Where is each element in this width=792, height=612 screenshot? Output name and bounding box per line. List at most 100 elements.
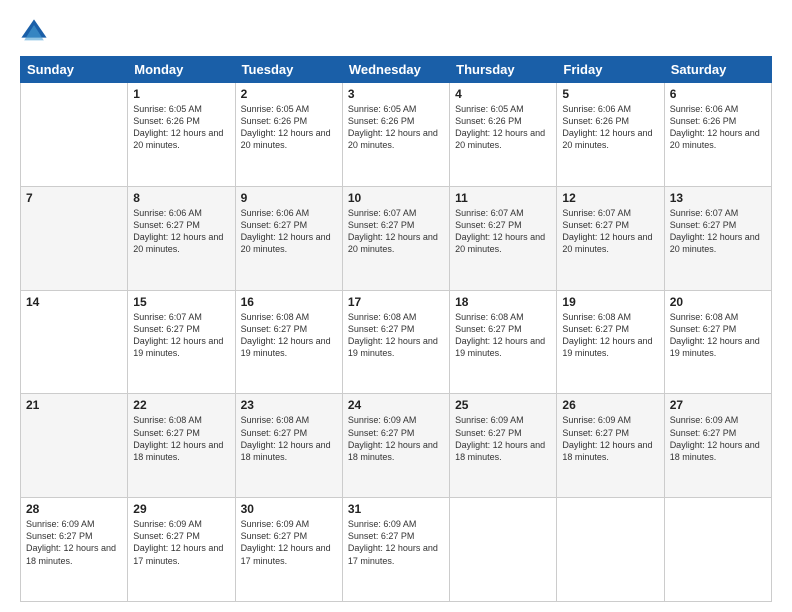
day-number: 14 bbox=[26, 295, 122, 309]
day-info: Sunrise: 6:09 AMSunset: 6:27 PMDaylight:… bbox=[348, 518, 444, 567]
day-number: 23 bbox=[241, 398, 337, 412]
day-info: Sunrise: 6:08 AMSunset: 6:27 PMDaylight:… bbox=[670, 311, 766, 360]
day-number: 20 bbox=[670, 295, 766, 309]
day-number: 7 bbox=[26, 191, 122, 205]
calendar-cell: 3Sunrise: 6:05 AMSunset: 6:26 PMDaylight… bbox=[342, 83, 449, 187]
calendar-week-1: 1 Sunrise: 6:05 AMSunset: 6:26 PMDaylight… bbox=[21, 83, 772, 187]
calendar-cell: 6 Sunrise: 6:06 AMSunset: 6:26 PMDaylight… bbox=[664, 83, 771, 187]
calendar-cell: 27Sunrise: 6:09 AMSunset: 6:27 PMDayligh… bbox=[664, 394, 771, 498]
day-number: 18 bbox=[455, 295, 551, 309]
day-number: 17 bbox=[348, 295, 444, 309]
calendar-cell: 25 Sunrise: 6:09 AMSunset: 6:27 PMDayligh… bbox=[450, 394, 557, 498]
logo bbox=[20, 18, 52, 46]
day-number: 5 bbox=[562, 87, 658, 101]
calendar-cell: 11 Sunrise: 6:07 AMSunset: 6:27 PMDayligh… bbox=[450, 186, 557, 290]
calendar-cell: 16Sunrise: 6:08 AMSunset: 6:27 PMDayligh… bbox=[235, 290, 342, 394]
day-info: Sunrise: 6:09 AMSunset: 6:27 PMDaylight:… bbox=[670, 414, 766, 463]
calendar-week-3: 14 15 Sunrise: 6:07 AMSunset: 6:27 PMDayli… bbox=[21, 290, 772, 394]
calendar-cell: 8 Sunrise: 6:06 AMSunset: 6:27 PMDaylight… bbox=[128, 186, 235, 290]
day-number: 1 bbox=[133, 87, 229, 101]
calendar-cell bbox=[664, 498, 771, 602]
day-number: 25 bbox=[455, 398, 551, 412]
day-number: 21 bbox=[26, 398, 122, 412]
day-info: Sunrise: 6:07 AMSunset: 6:27 PMDaylight:… bbox=[348, 207, 444, 256]
day-number: 29 bbox=[133, 502, 229, 516]
calendar-cell: 10 Sunrise: 6:07 AMSunset: 6:27 PMDayligh… bbox=[342, 186, 449, 290]
calendar-cell: 12 Sunrise: 6:07 AMSunset: 6:27 PMDayligh… bbox=[557, 186, 664, 290]
day-number: 28 bbox=[26, 502, 122, 516]
calendar-cell: 13 Sunrise: 6:07 AMSunset: 6:27 PMDayligh… bbox=[664, 186, 771, 290]
day-info: Sunrise: 6:09 AMSunset: 6:27 PMDaylight:… bbox=[133, 518, 229, 567]
calendar-cell bbox=[557, 498, 664, 602]
calendar-header-tuesday: Tuesday bbox=[235, 57, 342, 83]
calendar-header-thursday: Thursday bbox=[450, 57, 557, 83]
day-info: Sunrise: 6:05 AMSunset: 6:26 PMDaylight:… bbox=[241, 103, 337, 152]
day-number: 30 bbox=[241, 502, 337, 516]
day-info: Sunrise: 6:09 AMSunset: 6:27 PMDaylight:… bbox=[562, 414, 658, 463]
day-number: 13 bbox=[670, 191, 766, 205]
day-info: Sunrise: 6:07 AMSunset: 6:27 PMDaylight:… bbox=[562, 207, 658, 256]
day-number: 31 bbox=[348, 502, 444, 516]
day-number: 24 bbox=[348, 398, 444, 412]
day-info: Sunrise: 6:08 AMSunset: 6:27 PMDaylight:… bbox=[455, 311, 551, 360]
day-number: 10 bbox=[348, 191, 444, 205]
calendar-cell: 17 Sunrise: 6:08 AMSunset: 6:27 PMDayligh… bbox=[342, 290, 449, 394]
day-info: Sunrise: 6:07 AMSunset: 6:27 PMDaylight:… bbox=[133, 311, 229, 360]
calendar-cell: 22Sunrise: 6:08 AMSunset: 6:27 PMDayligh… bbox=[128, 394, 235, 498]
calendar-cell: 20 Sunrise: 6:08 AMSunset: 6:27 PMDayligh… bbox=[664, 290, 771, 394]
day-number: 26 bbox=[562, 398, 658, 412]
page: SundayMondayTuesdayWednesdayThursdayFrid… bbox=[0, 0, 792, 612]
day-number: 2 bbox=[241, 87, 337, 101]
calendar-cell: 1Sunrise: 6:05 AMSunset: 6:26 PMDaylight… bbox=[128, 83, 235, 187]
day-info: Sunrise: 6:09 AMSunset: 6:27 PMDaylight:… bbox=[241, 518, 337, 567]
calendar-cell: 2 Sunrise: 6:05 AMSunset: 6:26 PMDaylight… bbox=[235, 83, 342, 187]
calendar-table: SundayMondayTuesdayWednesdayThursdayFrid… bbox=[20, 56, 772, 602]
day-info: Sunrise: 6:06 AMSunset: 6:27 PMDaylight:… bbox=[241, 207, 337, 256]
day-info: Sunrise: 6:08 AMSunset: 6:27 PMDaylight:… bbox=[241, 414, 337, 463]
day-info: Sunrise: 6:08 AMSunset: 6:27 PMDaylight:… bbox=[348, 311, 444, 360]
day-info: Sunrise: 6:07 AMSunset: 6:27 PMDaylight:… bbox=[670, 207, 766, 256]
calendar-cell bbox=[450, 498, 557, 602]
day-info: Sunrise: 6:09 AMSunset: 6:27 PMDaylight:… bbox=[26, 518, 122, 567]
day-number: 19 bbox=[562, 295, 658, 309]
calendar-cell: 7 bbox=[21, 186, 128, 290]
calendar-week-4: 21 22Sunrise: 6:08 AMSunset: 6:27 PMDayli… bbox=[21, 394, 772, 498]
calendar-cell: 19 Sunrise: 6:08 AMSunset: 6:27 PMDayligh… bbox=[557, 290, 664, 394]
day-info: Sunrise: 6:08 AMSunset: 6:27 PMDaylight:… bbox=[562, 311, 658, 360]
day-info: Sunrise: 6:09 AMSunset: 6:27 PMDaylight:… bbox=[455, 414, 551, 463]
calendar-cell: 30 Sunrise: 6:09 AMSunset: 6:27 PMDayligh… bbox=[235, 498, 342, 602]
day-info: Sunrise: 6:06 AMSunset: 6:26 PMDaylight:… bbox=[562, 103, 658, 152]
calendar-week-2: 78 Sunrise: 6:06 AMSunset: 6:27 PMDayligh… bbox=[21, 186, 772, 290]
calendar-header-sunday: Sunday bbox=[21, 57, 128, 83]
day-number: 11 bbox=[455, 191, 551, 205]
day-info: Sunrise: 6:07 AMSunset: 6:27 PMDaylight:… bbox=[455, 207, 551, 256]
day-number: 8 bbox=[133, 191, 229, 205]
day-number: 6 bbox=[670, 87, 766, 101]
day-number: 9 bbox=[241, 191, 337, 205]
header bbox=[20, 18, 772, 46]
day-number: 15 bbox=[133, 295, 229, 309]
calendar-cell: 5 Sunrise: 6:06 AMSunset: 6:26 PMDaylight… bbox=[557, 83, 664, 187]
calendar-header-row: SundayMondayTuesdayWednesdayThursdayFrid… bbox=[21, 57, 772, 83]
calendar-cell: 29 Sunrise: 6:09 AMSunset: 6:27 PMDayligh… bbox=[128, 498, 235, 602]
day-number: 12 bbox=[562, 191, 658, 205]
calendar-cell bbox=[21, 83, 128, 187]
day-info: Sunrise: 6:05 AMSunset: 6:26 PMDaylight:… bbox=[455, 103, 551, 152]
day-info: Sunrise: 6:09 AMSunset: 6:27 PMDaylight:… bbox=[348, 414, 444, 463]
day-info: Sunrise: 6:08 AMSunset: 6:27 PMDaylight:… bbox=[133, 414, 229, 463]
day-info: Sunrise: 6:08 AMSunset: 6:27 PMDaylight:… bbox=[241, 311, 337, 360]
calendar-cell: 31 Sunrise: 6:09 AMSunset: 6:27 PMDayligh… bbox=[342, 498, 449, 602]
calendar-cell: 14 bbox=[21, 290, 128, 394]
logo-icon bbox=[20, 18, 48, 46]
calendar-header-friday: Friday bbox=[557, 57, 664, 83]
calendar-cell: 21 bbox=[21, 394, 128, 498]
calendar-header-saturday: Saturday bbox=[664, 57, 771, 83]
calendar-cell: 18 Sunrise: 6:08 AMSunset: 6:27 PMDayligh… bbox=[450, 290, 557, 394]
calendar-cell: 24 Sunrise: 6:09 AMSunset: 6:27 PMDayligh… bbox=[342, 394, 449, 498]
calendar-cell: 15 Sunrise: 6:07 AMSunset: 6:27 PMDayligh… bbox=[128, 290, 235, 394]
day-info: Sunrise: 6:06 AMSunset: 6:27 PMDaylight:… bbox=[133, 207, 229, 256]
calendar-week-5: 28 Sunrise: 6:09 AMSunset: 6:27 PMDayligh… bbox=[21, 498, 772, 602]
day-info: Sunrise: 6:06 AMSunset: 6:26 PMDaylight:… bbox=[670, 103, 766, 152]
calendar-cell: 9 Sunrise: 6:06 AMSunset: 6:27 PMDaylight… bbox=[235, 186, 342, 290]
calendar-header-wednesday: Wednesday bbox=[342, 57, 449, 83]
